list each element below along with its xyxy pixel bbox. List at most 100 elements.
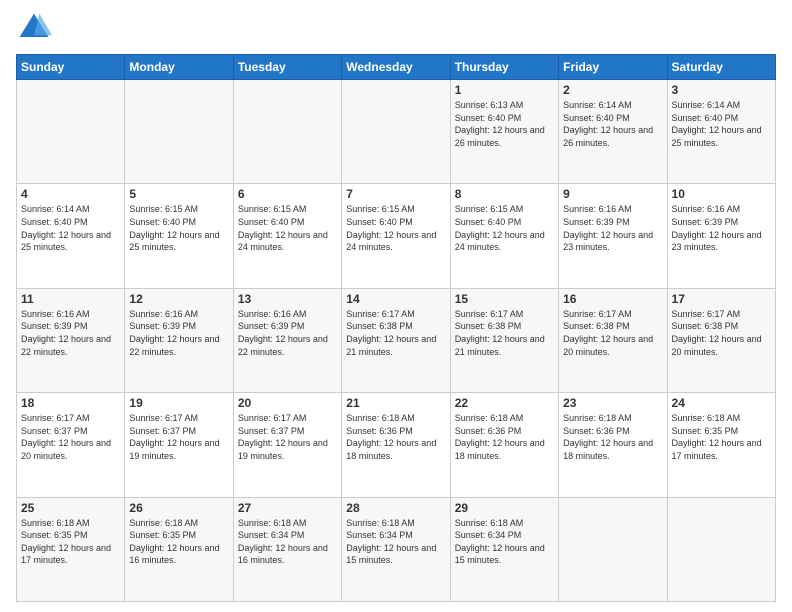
calendar-cell: 20 Sunrise: 6:17 AM Sunset: 6:37 PM Dayli…	[233, 393, 341, 497]
calendar-week-row: 4 Sunrise: 6:14 AM Sunset: 6:40 PM Daylig…	[17, 184, 776, 288]
calendar-cell: 2 Sunrise: 6:14 AM Sunset: 6:40 PM Daylig…	[559, 80, 667, 184]
day-number: 26	[129, 501, 228, 515]
logo-icon	[16, 10, 52, 46]
calendar-cell: 28 Sunrise: 6:18 AM Sunset: 6:34 PM Dayli…	[342, 497, 450, 601]
day-info: Sunrise: 6:15 AM Sunset: 6:40 PM Dayligh…	[346, 203, 445, 253]
day-info: Sunrise: 6:18 AM Sunset: 6:36 PM Dayligh…	[346, 412, 445, 462]
day-info: Sunrise: 6:17 AM Sunset: 6:38 PM Dayligh…	[563, 308, 662, 358]
day-info: Sunrise: 6:17 AM Sunset: 6:37 PM Dayligh…	[238, 412, 337, 462]
calendar-cell: 19 Sunrise: 6:17 AM Sunset: 6:37 PM Dayli…	[125, 393, 233, 497]
weekday-header: Tuesday	[233, 55, 341, 80]
calendar-cell: 21 Sunrise: 6:18 AM Sunset: 6:36 PM Dayli…	[342, 393, 450, 497]
weekday-header: Sunday	[17, 55, 125, 80]
day-number: 13	[238, 292, 337, 306]
day-info: Sunrise: 6:17 AM Sunset: 6:37 PM Dayligh…	[129, 412, 228, 462]
weekday-header: Monday	[125, 55, 233, 80]
day-number: 27	[238, 501, 337, 515]
day-number: 22	[455, 396, 554, 410]
day-number: 28	[346, 501, 445, 515]
day-number: 3	[672, 83, 771, 97]
day-info: Sunrise: 6:18 AM Sunset: 6:34 PM Dayligh…	[455, 517, 554, 567]
calendar-cell	[667, 497, 775, 601]
calendar-cell: 9 Sunrise: 6:16 AM Sunset: 6:39 PM Daylig…	[559, 184, 667, 288]
day-info: Sunrise: 6:14 AM Sunset: 6:40 PM Dayligh…	[672, 99, 771, 149]
calendar-cell: 13Sunrise: 6:16 AM Sunset: 6:39 PM Dayli…	[233, 288, 341, 392]
day-number: 17	[672, 292, 771, 306]
day-number: 2	[563, 83, 662, 97]
calendar-week-row: 25 Sunrise: 6:18 AM Sunset: 6:35 PM Dayli…	[17, 497, 776, 601]
day-number: 1	[455, 83, 554, 97]
calendar-cell: 12 Sunrise: 6:16 AM Sunset: 6:39 PM Dayli…	[125, 288, 233, 392]
day-number: 20	[238, 396, 337, 410]
day-number: 10	[672, 187, 771, 201]
calendar-table: SundayMondayTuesdayWednesdayThursdayFrid…	[16, 54, 776, 602]
day-info: Sunrise: 6:18 AM Sunset: 6:35 PM Dayligh…	[672, 412, 771, 462]
day-info: Sunrise: 6:17 AM Sunset: 6:38 PM Dayligh…	[346, 308, 445, 358]
weekday-header: Friday	[559, 55, 667, 80]
calendar-cell: 18Sunrise: 6:17 AM Sunset: 6:37 PM Dayli…	[17, 393, 125, 497]
day-number: 25	[21, 501, 120, 515]
calendar-cell: 1 Sunrise: 6:13 AM Sunset: 6:40 PM Daylig…	[450, 80, 558, 184]
day-number: 5	[129, 187, 228, 201]
day-number: 8	[455, 187, 554, 201]
day-number: 18	[21, 396, 120, 410]
day-number: 6	[238, 187, 337, 201]
day-number: 29	[455, 501, 554, 515]
calendar-cell: 3 Sunrise: 6:14 AM Sunset: 6:40 PM Daylig…	[667, 80, 775, 184]
day-info: Sunrise: 6:16 AM Sunset: 6:39 PM Dayligh…	[129, 308, 228, 358]
day-info: Sunrise: 6:14 AM Sunset: 6:40 PM Dayligh…	[563, 99, 662, 149]
day-info: Sunrise: 6:18 AM Sunset: 6:34 PM Dayligh…	[238, 517, 337, 567]
calendar-cell	[17, 80, 125, 184]
day-info: Sunrise: 6:13 AM Sunset: 6:40 PM Dayligh…	[455, 99, 554, 149]
day-number: 14	[346, 292, 445, 306]
calendar-cell: 14 Sunrise: 6:17 AM Sunset: 6:38 PM Dayli…	[342, 288, 450, 392]
day-info: Sunrise: 6:18 AM Sunset: 6:35 PM Dayligh…	[129, 517, 228, 567]
calendar-cell: 26 Sunrise: 6:18 AM Sunset: 6:35 PM Dayli…	[125, 497, 233, 601]
header	[16, 10, 776, 46]
page: SundayMondayTuesdayWednesdayThursdayFrid…	[0, 0, 792, 612]
calendar-cell: 29 Sunrise: 6:18 AM Sunset: 6:34 PM Dayli…	[450, 497, 558, 601]
day-info: Sunrise: 6:15 AM Sunset: 6:40 PM Dayligh…	[238, 203, 337, 253]
day-info: Sunrise: 6:16 AM Sunset: 6:39 PM Dayligh…	[563, 203, 662, 253]
calendar-week-row: 18 Sunrise: 6:17 AM Sunset: 6:37 PM Dayli…	[17, 393, 776, 497]
day-number: 11	[21, 292, 120, 306]
day-number: 19	[129, 396, 228, 410]
day-number: 12	[129, 292, 228, 306]
day-info: Sunrise: 6:16 AM Sunset: 6:39 PM Dayligh…	[672, 203, 771, 253]
calendar-cell: 15 Sunrise: 6:17 AM Sunset: 6:38 PM Dayli…	[450, 288, 558, 392]
day-number: 15	[455, 292, 554, 306]
calendar-cell: 27 Sunrise: 6:18 AM Sunset: 6:34 PM Dayli…	[233, 497, 341, 601]
weekday-header: Saturday	[667, 55, 775, 80]
weekday-header: Wednesday	[342, 55, 450, 80]
day-number: 24	[672, 396, 771, 410]
day-number: 23	[563, 396, 662, 410]
calendar-cell: 17 Sunrise: 6:17 AM Sunset: 6:38 PM Dayli…	[667, 288, 775, 392]
calendar-cell	[233, 80, 341, 184]
day-info: Sunrise: 6:17 AM Sunset: 6:38 PM Dayligh…	[672, 308, 771, 358]
calendar-cell: 24 Sunrise: 6:18 AM Sunset: 6:35 PM Dayli…	[667, 393, 775, 497]
day-info: Sunrise: 6:15 AM Sunset: 6:40 PM Dayligh…	[455, 203, 554, 253]
calendar-cell: 6 Sunrise: 6:15 AM Sunset: 6:40 PM Daylig…	[233, 184, 341, 288]
day-info: Sunrise: 6:18 AM Sunset: 6:36 PM Dayligh…	[455, 412, 554, 462]
day-info: Sunrise: 6:14 AM Sunset: 6:40 PM Dayligh…	[21, 203, 120, 253]
day-number: 7	[346, 187, 445, 201]
calendar-cell: 8 Sunrise: 6:15 AM Sunset: 6:40 PM Daylig…	[450, 184, 558, 288]
calendar-cell: 7 Sunrise: 6:15 AM Sunset: 6:40 PM Daylig…	[342, 184, 450, 288]
calendar-cell: 25 Sunrise: 6:18 AM Sunset: 6:35 PM Dayli…	[17, 497, 125, 601]
day-info: Sunrise: 6:17 AM Sunset: 6:38 PM Dayligh…	[455, 308, 554, 358]
day-info: Sunrise: 6:16 AM Sunset: 6:39 PM Dayligh…	[21, 308, 120, 358]
calendar-cell	[125, 80, 233, 184]
weekday-header: Thursday	[450, 55, 558, 80]
calendar-cell: 5Sunrise: 6:15 AM Sunset: 6:40 PM Daylig…	[125, 184, 233, 288]
day-number: 4	[21, 187, 120, 201]
day-number: 16	[563, 292, 662, 306]
day-info: Sunrise: 6:18 AM Sunset: 6:35 PM Dayligh…	[21, 517, 120, 567]
calendar-cell: 4 Sunrise: 6:14 AM Sunset: 6:40 PM Daylig…	[17, 184, 125, 288]
calendar-cell: 22 Sunrise: 6:18 AM Sunset: 6:36 PM Dayli…	[450, 393, 558, 497]
calendar-week-row: 11 Sunrise: 6:16 AM Sunset: 6:39 PM Dayli…	[17, 288, 776, 392]
day-info: Sunrise: 6:18 AM Sunset: 6:34 PM Dayligh…	[346, 517, 445, 567]
day-number: 9	[563, 187, 662, 201]
weekday-header-row: SundayMondayTuesdayWednesdayThursdayFrid…	[17, 55, 776, 80]
day-info: Sunrise: 6:18 AM Sunset: 6:36 PM Dayligh…	[563, 412, 662, 462]
day-number: 21	[346, 396, 445, 410]
